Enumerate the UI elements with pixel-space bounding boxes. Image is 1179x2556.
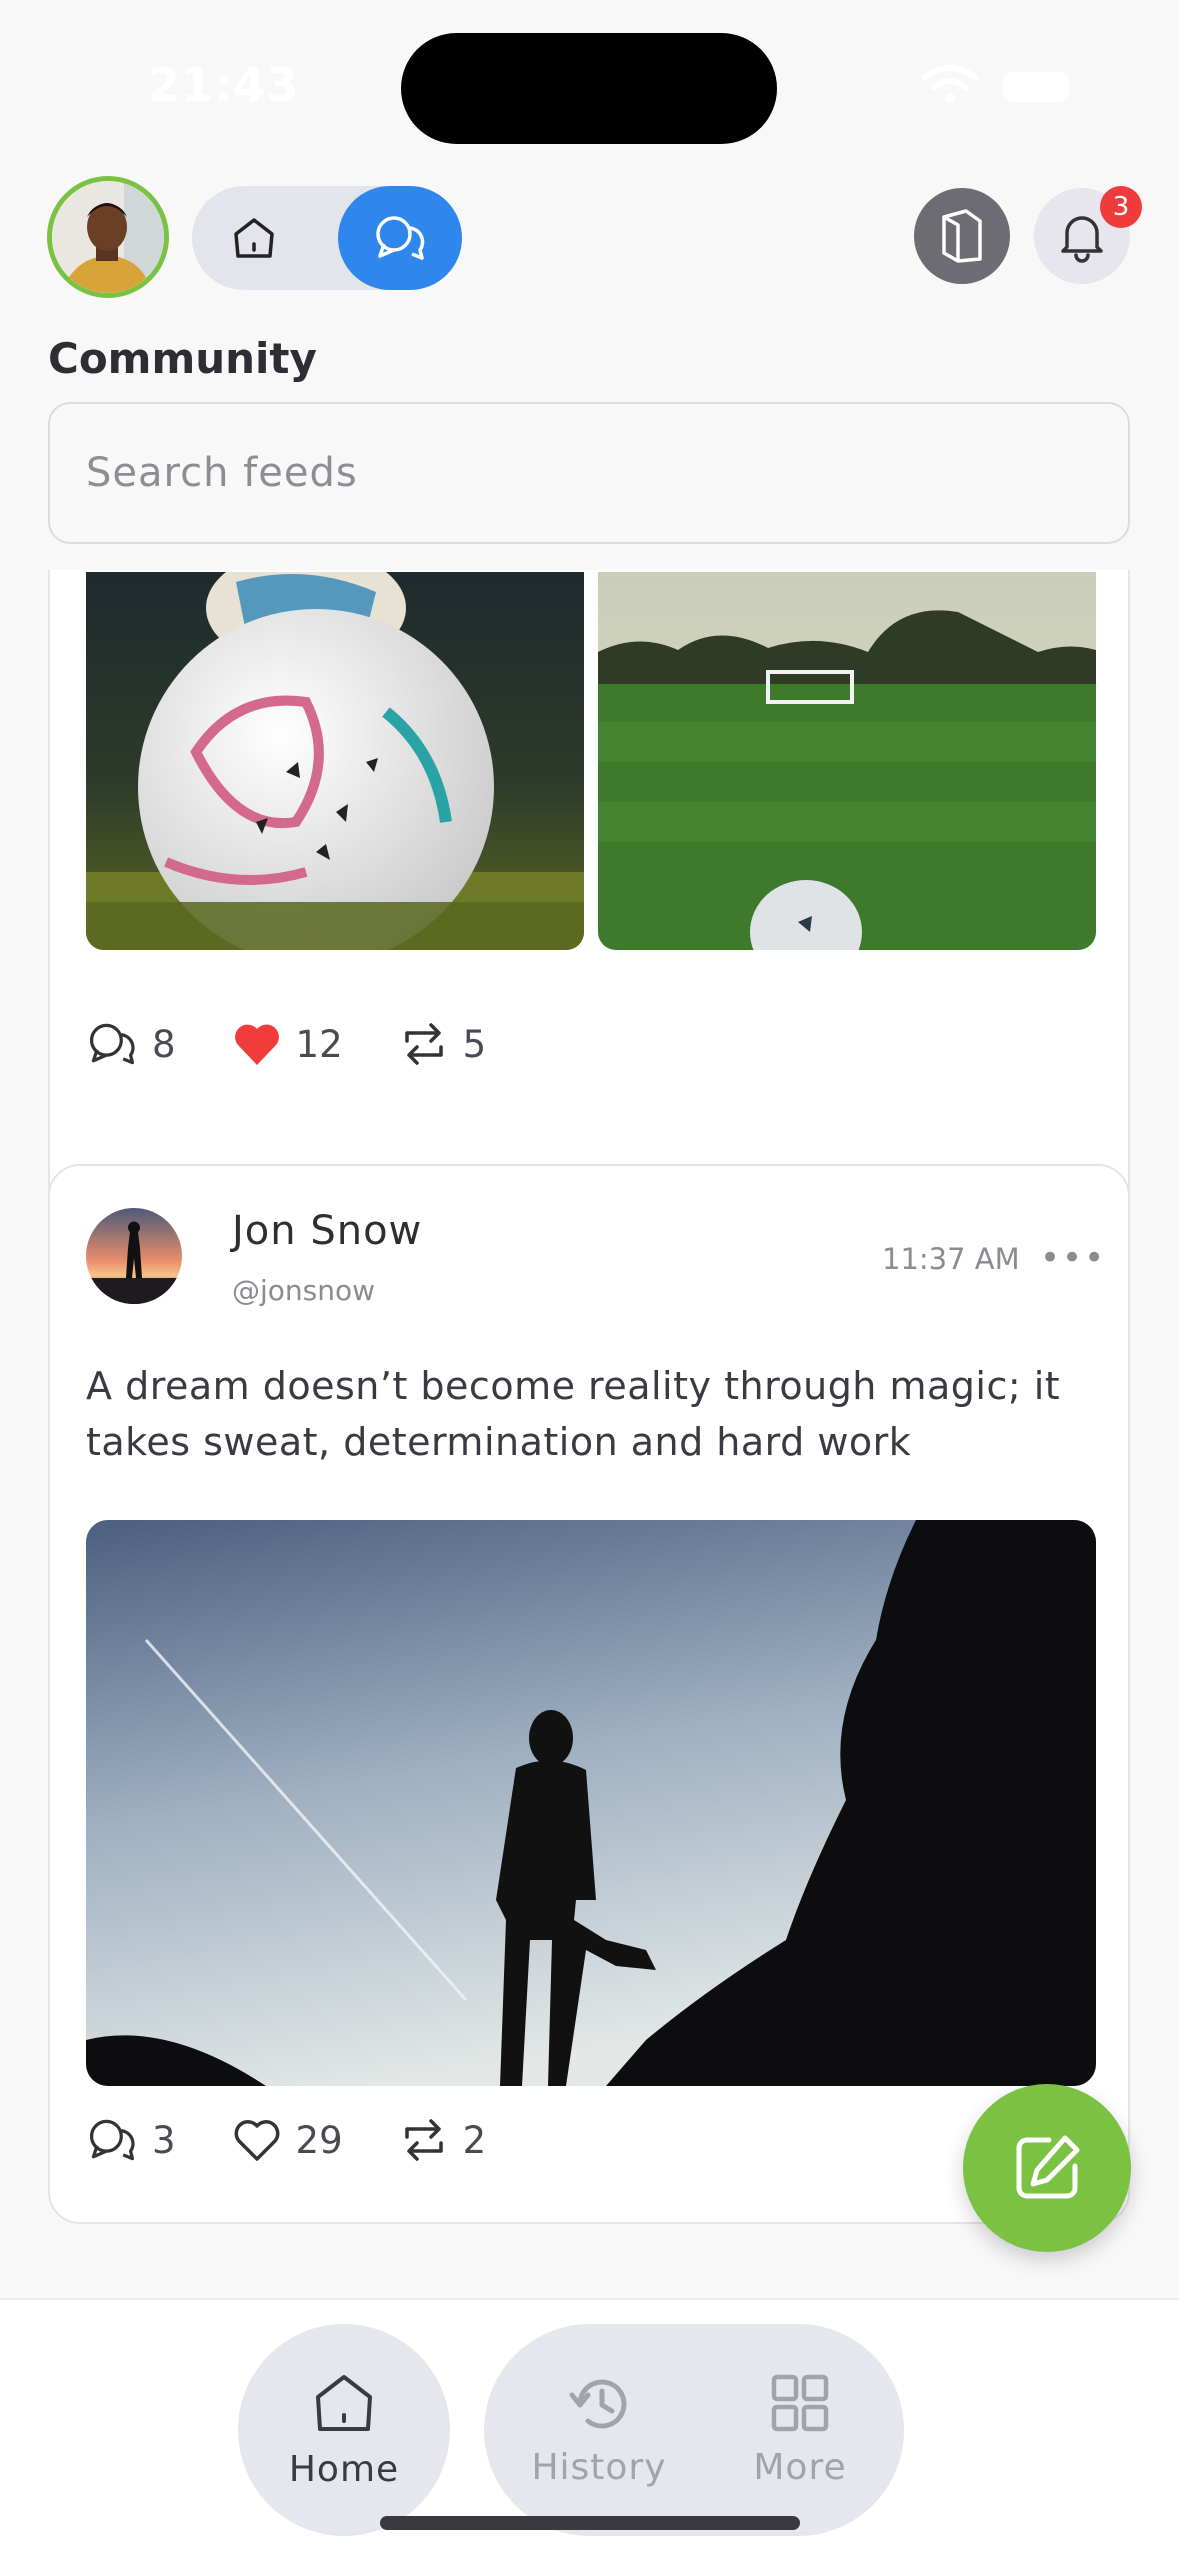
tab-home[interactable]: Home <box>238 2324 450 2536</box>
new-post-button[interactable] <box>963 2084 1131 2252</box>
repost-button[interactable]: 5 <box>399 1019 487 1069</box>
book-icon <box>942 209 982 263</box>
post-actions: 3 29 2 <box>86 2114 542 2166</box>
author-name[interactable]: Jon Snow <box>232 1208 422 1254</box>
status-time: 21:43 <box>148 58 300 112</box>
like-count: 12 <box>295 1022 343 1066</box>
more-options-icon[interactable]: ••• <box>1040 1238 1106 1278</box>
book-button[interactable] <box>914 188 1010 284</box>
dynamic-island <box>401 33 777 144</box>
post-time: 11:37 AM <box>882 1242 1020 1276</box>
home-indicator <box>380 2516 800 2530</box>
like-button[interactable]: 12 <box>232 1021 343 1067</box>
bell-icon <box>1061 216 1103 263</box>
post-image-soccer-field[interactable] <box>598 572 1096 950</box>
edit-icon <box>1016 2135 1080 2199</box>
comment-icon <box>89 2119 135 2161</box>
notification-badge: 3 <box>1100 186 1142 228</box>
feed-list[interactable]: 8 12 5 Jon Snow @jonsnow 11:37 AM ••• A … <box>0 570 1179 2298</box>
community-feed-toggle[interactable] <box>338 186 462 290</box>
community-icon <box>376 216 425 260</box>
feed-switcher <box>192 186 462 290</box>
comment-icon <box>89 1023 135 1065</box>
author-handle: @jonsnow <box>232 1274 376 1307</box>
post-image-soccer-ball[interactable] <box>86 572 584 950</box>
comment-button[interactable]: 3 <box>86 2114 176 2166</box>
comment-button[interactable]: 8 <box>86 1018 176 1070</box>
post-actions: 8 12 5 <box>86 1018 542 1070</box>
wifi-icon <box>921 65 979 103</box>
home-icon <box>234 218 274 258</box>
comment-count: 8 <box>152 1022 176 1066</box>
search-field[interactable] <box>48 402 1130 544</box>
history-icon <box>569 2379 627 2429</box>
post-text: A dream doesn’t become reality through m… <box>86 1364 1061 1464</box>
repost-icon <box>404 2119 443 2161</box>
grid-icon <box>771 2374 829 2431</box>
profile-avatar[interactable] <box>47 176 169 298</box>
tab-group: History More <box>484 2324 904 2536</box>
page-title: Community <box>48 334 317 383</box>
tab-history[interactable]: History <box>514 2324 684 2536</box>
like-count: 29 <box>295 2118 343 2162</box>
post-image-silhouette[interactable] <box>86 1520 1096 2086</box>
repost-button[interactable]: 2 <box>399 2115 487 2165</box>
home-feed-toggle[interactable] <box>192 186 316 290</box>
battery-icon <box>1003 72 1069 102</box>
heart-icon <box>234 2120 279 2161</box>
tab-more[interactable]: More <box>720 2324 880 2536</box>
tab-home-label: Home <box>288 2448 400 2490</box>
comment-count: 3 <box>152 2118 176 2162</box>
like-button[interactable]: 29 <box>232 2117 343 2163</box>
tab-more-label: More <box>753 2446 847 2488</box>
repost-count: 5 <box>462 1022 487 1066</box>
repost-count: 2 <box>462 2118 487 2162</box>
repost-icon <box>404 1023 443 1065</box>
search-input[interactable] <box>50 404 1128 542</box>
post-card: Jon Snow @jonsnow 11:37 AM ••• A dream d… <box>48 1164 1130 2224</box>
tab-history-label: History <box>531 2446 667 2488</box>
heart-filled-icon <box>234 1024 279 1065</box>
author-avatar[interactable] <box>86 1208 182 1304</box>
home-icon <box>316 2374 372 2431</box>
